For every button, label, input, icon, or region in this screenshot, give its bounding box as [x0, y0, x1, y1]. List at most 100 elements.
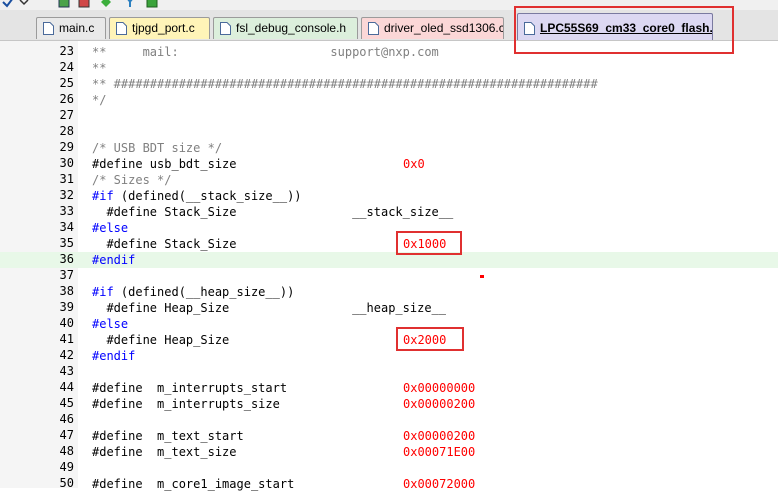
build-icon[interactable] — [146, 0, 158, 8]
line-number: 28 — [59, 124, 74, 138]
code-line[interactable]: 31 /* Sizes */ — [0, 172, 778, 188]
code-line[interactable]: 28 — [0, 124, 778, 140]
define-value: 0x00071E00 — [403, 445, 476, 459]
code-line[interactable]: 45 #define m_interrupts_size 0x00000200 — [0, 396, 778, 412]
annotation-dot — [480, 275, 484, 278]
define-value: 0x00000000 — [403, 381, 476, 395]
code-line[interactable]: 48 #define m_text_size 0x00071E00 — [0, 444, 778, 460]
line-number: 38 — [59, 284, 74, 298]
code-line[interactable]: 47 #define m_text_start 0x00000200 — [0, 428, 778, 444]
line-number: 29 — [59, 140, 74, 154]
code-line[interactable]: 36 #endif — [0, 252, 778, 268]
code-line[interactable]: 43 — [0, 364, 778, 380]
line-number: 47 — [59, 428, 74, 442]
code-line[interactable]: 24 ** — [0, 60, 778, 76]
code-line[interactable]: 49 — [0, 460, 778, 476]
header-file-icon — [220, 22, 231, 35]
line-number: 44 — [59, 380, 74, 394]
code-line[interactable]: 30 #define usb_bdt_size 0x0 — [0, 156, 778, 172]
line-number: 39 — [59, 300, 74, 314]
code-text: #if (defined(__stack_size__)) — [92, 189, 302, 203]
tab-fsl-debug-console-h[interactable]: fsl_debug_console.h — [213, 17, 358, 39]
c-file-icon — [116, 22, 127, 35]
code-text: #define m_text_start — [92, 429, 244, 443]
tab-tjpgd-port-c[interactable]: tjpgd_port.c — [109, 17, 210, 39]
window-green-icon[interactable] — [58, 0, 70, 8]
code-text: #else — [92, 317, 129, 331]
code-text: #define Heap_Size — [92, 333, 230, 347]
tab-label: driver_oled_ssd1306.c — [384, 21, 504, 35]
code-text: ** mail: support@nxp.com — [92, 45, 439, 59]
line-number: 23 — [59, 44, 74, 58]
code-line[interactable]: 41 #define Heap_Size 0x2000 — [0, 332, 778, 348]
code-text: ** — [92, 61, 107, 75]
code-text: #else — [92, 221, 129, 235]
code-text: #if (defined(__heap_size__)) — [92, 285, 295, 299]
filter-icon[interactable] — [124, 0, 136, 8]
c-file-icon — [43, 22, 54, 35]
line-number: 27 — [59, 108, 74, 122]
define-value: 0x0 — [403, 157, 425, 171]
line-number: 48 — [59, 444, 74, 458]
code-editor[interactable]: 23 ** mail: support@nxp.com 24 ** 25 ** #####… — [0, 42, 778, 491]
checkmark-icon[interactable] — [2, 0, 14, 8]
code-line[interactable]: 26 */ — [0, 92, 778, 108]
line-number: 31 — [59, 172, 74, 186]
line-number: 30 — [59, 156, 74, 170]
window-red-icon[interactable] — [78, 0, 90, 8]
code-line[interactable]: 35 #define Stack_Size 0x1000 — [0, 236, 778, 252]
tab-driver-oled-ssd1306-c[interactable]: driver_oled_ssd1306.c — [361, 17, 504, 39]
line-number: 37 — [59, 268, 74, 282]
code-line[interactable]: 34 #else — [0, 220, 778, 236]
code-text: #define Heap_Size __heap_size__ — [92, 301, 447, 315]
code-text: #define Stack_Size — [92, 237, 237, 251]
line-number: 40 — [59, 316, 74, 330]
line-number: 25 — [59, 76, 74, 90]
annotation-box-stack-size — [396, 231, 462, 255]
line-number: 42 — [59, 348, 74, 362]
code-line[interactable]: 42 #endif — [0, 348, 778, 364]
line-number: 46 — [59, 412, 74, 426]
code-text: #define Stack_Size __stack_size__ — [92, 205, 454, 219]
code-line[interactable]: 38 #if (defined(__heap_size__)) — [0, 284, 778, 300]
code-line[interactable]: 46 — [0, 412, 778, 428]
code-line[interactable]: 44 #define m_interrupts_start 0x00000000 — [0, 380, 778, 396]
tab-label: tjpgd_port.c — [132, 21, 195, 35]
code-line[interactable]: 33 #define Stack_Size __stack_size__ — [0, 204, 778, 220]
line-number: 41 — [59, 332, 74, 346]
code-text: #define usb_bdt_size — [92, 157, 237, 171]
code-line[interactable]: 27 — [0, 108, 778, 124]
code-line[interactable]: 39 #define Heap_Size __heap_size__ — [0, 300, 778, 316]
line-number: 34 — [59, 220, 74, 234]
code-line[interactable]: 29 /* USB BDT size */ — [0, 140, 778, 156]
diamond-green-icon[interactable] — [100, 0, 112, 8]
code-text: #define m_interrupts_size — [92, 397, 280, 411]
code-line[interactable]: 40 #else — [0, 316, 778, 332]
line-number: 35 — [59, 236, 74, 250]
code-text: /* USB BDT size */ — [92, 141, 223, 155]
code-text: #define m_core1_image_start — [92, 477, 295, 491]
line-number: 26 — [59, 92, 74, 106]
annotation-box-heap-size — [396, 327, 464, 351]
code-line[interactable]: 23 ** mail: support@nxp.com — [0, 44, 778, 60]
line-number: 49 — [59, 460, 74, 474]
line-number: 24 — [59, 60, 74, 74]
code-line[interactable]: 37 — [0, 268, 778, 284]
code-text: #endif — [92, 253, 136, 267]
line-number: 32 — [59, 188, 74, 202]
line-number: 43 — [59, 364, 74, 378]
tab-main-c[interactable]: main.c — [36, 17, 106, 39]
code-line[interactable]: 50 #define m_core1_image_start 0x00072000 — [0, 476, 778, 492]
chevron-down-icon[interactable] — [18, 0, 30, 8]
line-number: 36 — [59, 252, 74, 266]
code-text: ** #####################################… — [92, 77, 598, 91]
define-value: 0x00000200 — [403, 397, 476, 411]
line-number: 45 — [59, 396, 74, 410]
line-number: 33 — [59, 204, 74, 218]
c-file-icon — [368, 22, 379, 35]
code-line[interactable]: 32 #if (defined(__stack_size__)) — [0, 188, 778, 204]
define-value: 0x00072000 — [403, 477, 476, 491]
tab-label: fsl_debug_console.h — [236, 21, 347, 35]
code-text: #define m_text_size — [92, 445, 237, 459]
code-line[interactable]: 25 ** ###################################… — [0, 76, 778, 92]
